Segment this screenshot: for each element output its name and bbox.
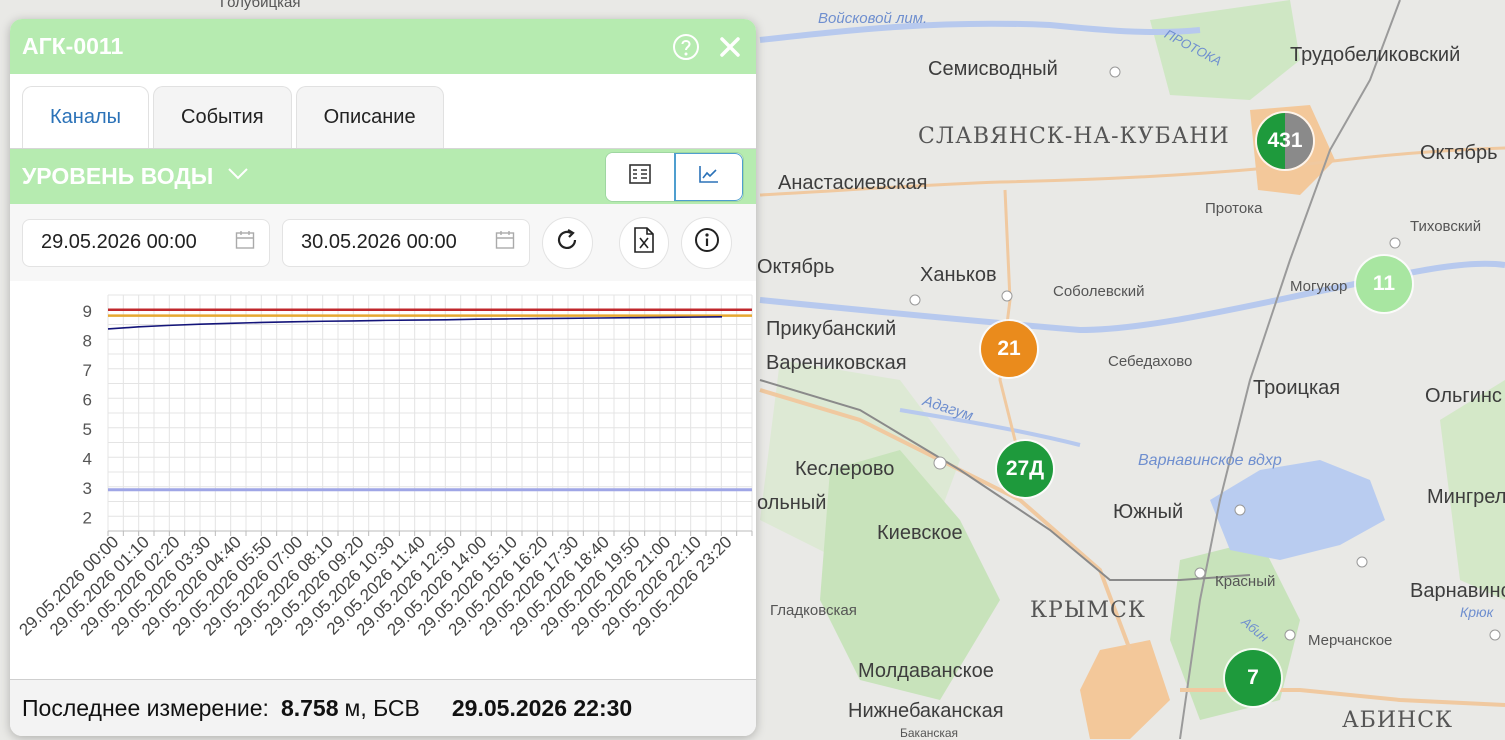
date-from-value: 29.05.2026 00:00 <box>41 231 197 253</box>
map-label: Голубицкая <box>220 0 301 11</box>
y-tick-label: 6 <box>83 390 92 409</box>
map-label: Кеслерово <box>795 458 895 480</box>
calendar-icon[interactable] <box>495 230 515 256</box>
cluster-count: 7 <box>1247 666 1259 689</box>
map-label: Войсковой лим. <box>818 10 928 27</box>
map-cluster-marker[interactable]: 11 <box>1356 256 1412 312</box>
map-label: СЛАВЯНСК-НА-КУБАНИ <box>918 124 1230 149</box>
tab-bar: Каналы События Описание <box>10 74 756 149</box>
refresh-icon <box>554 227 580 258</box>
tab-events[interactable]: События <box>153 86 292 148</box>
cluster-count: 431 <box>1267 129 1303 152</box>
map-label: АБИНСК <box>1342 708 1454 733</box>
export-excel-button[interactable] <box>618 216 670 269</box>
water-level-chart[interactable]: 2 3 4 5 6 7 8 9 29.05.2026 00:00 29.05.2026 01:10… <box>10 281 756 679</box>
y-tick-label: 8 <box>83 331 92 350</box>
chart-svg: 2345678929.05.2026 00:0029.05.2026 01:10… <box>15 294 753 639</box>
y-tick-label: 7 <box>83 361 92 380</box>
table-view-button[interactable] <box>606 152 674 201</box>
map-label: Мингрельс <box>1427 486 1505 508</box>
map-label: Трудобеликовский <box>1290 44 1461 66</box>
map-label: Красный <box>1215 573 1276 590</box>
y-tick-label: 5 <box>83 420 92 439</box>
cluster-count: 21 <box>997 337 1021 360</box>
map-cluster-marker[interactable]: 7 <box>1225 650 1281 706</box>
map-label: Ханьков <box>920 264 997 286</box>
y-tick-label: 2 <box>83 508 92 527</box>
y-tick-label: 9 <box>83 302 92 321</box>
cluster-count: 27Д <box>1005 457 1045 480</box>
info-icon <box>694 227 720 258</box>
map-label: Тиховский <box>1410 218 1482 235</box>
map-label: Протока <box>1205 200 1263 217</box>
tab-description[interactable]: Описание <box>295 86 444 148</box>
map-label: Варнавинское вдхр <box>1138 452 1282 469</box>
refresh-button[interactable] <box>542 216 593 269</box>
help-icon[interactable] <box>672 33 700 61</box>
last-measurement-value: 8.758 <box>280 694 339 721</box>
channel-bar: УРОВЕНЬ ВОДЫ <box>10 149 756 204</box>
map-label: Октябрь <box>757 256 835 278</box>
map-label: Ольгинс <box>1425 385 1502 407</box>
map-label: ольный <box>757 492 827 514</box>
map-label: Баканская <box>900 726 959 740</box>
map-label: Варениковская <box>766 352 907 374</box>
map-label: Могукор <box>1290 278 1348 295</box>
filter-row: 29.05.2026 00:00 30.05.2026 00:00 <box>10 204 756 282</box>
view-toggle <box>605 151 744 202</box>
date-from-input[interactable]: 29.05.2026 00:00 <box>22 218 271 267</box>
chevron-down-icon[interactable] <box>227 167 249 186</box>
map-label: Киевское <box>877 522 963 544</box>
station-panel: АГК-0011 Каналы События Описание УРОВЕНЬ… <box>10 19 756 736</box>
map-label: Южный <box>1113 501 1184 523</box>
map-cluster-marker[interactable]: 21 <box>981 321 1037 377</box>
calendar-icon[interactable] <box>235 230 255 256</box>
map-cluster-marker[interactable]: 27Д <box>997 441 1053 497</box>
y-tick-label: 4 <box>83 449 92 468</box>
map-label: КРЫМСК <box>1030 598 1146 623</box>
cluster-count: 11 <box>1372 272 1396 295</box>
excel-file-icon <box>633 226 655 259</box>
map-label: Мерчанское <box>1308 632 1393 649</box>
panel-title: АГК-0011 <box>22 33 124 59</box>
date-to-input[interactable]: 30.05.2026 00:00 <box>282 218 531 267</box>
map-label: Прикубанский <box>766 318 897 340</box>
table-view-icon <box>629 164 651 189</box>
map-label: Октябрь <box>1420 142 1498 164</box>
chart-view-button[interactable] <box>674 152 743 201</box>
map-label: Варнавинск <box>1410 580 1505 602</box>
map-label: Себедахово <box>1108 353 1193 370</box>
last-measurement-unit: м, БСВ <box>344 694 420 721</box>
close-icon[interactable] <box>716 33 744 61</box>
map-label: Молдаванское <box>858 660 994 682</box>
y-tick-label: 3 <box>83 479 92 498</box>
map-label: Соболевский <box>1053 283 1145 300</box>
channel-select[interactable]: УРОВЕНЬ ВОДЫ <box>22 163 213 190</box>
map-label: Гладковская <box>770 602 857 619</box>
panel-header: АГК-0011 <box>10 19 756 74</box>
map-label: Троицкая <box>1253 377 1341 399</box>
date-to-value: 30.05.2026 00:00 <box>301 231 457 253</box>
tab-channels[interactable]: Каналы <box>22 86 149 148</box>
map-label: Крюк <box>1460 604 1494 620</box>
map-label: Нижнебаканская <box>848 700 1004 722</box>
last-measurement-bar: Последнее измерение: 8.758 м, БСВ 29.05.… <box>10 679 756 736</box>
last-measurement-label: Последнее измерение: <box>22 694 269 721</box>
line-chart-icon <box>698 164 720 189</box>
map-cluster-marker[interactable]: 431 <box>1257 113 1313 169</box>
map-label: Анастасиевская <box>778 172 928 194</box>
map-label: Семисводный <box>928 58 1058 80</box>
last-measurement-time: 29.05.2026 22:30 <box>451 694 633 721</box>
info-button[interactable] <box>681 216 732 269</box>
